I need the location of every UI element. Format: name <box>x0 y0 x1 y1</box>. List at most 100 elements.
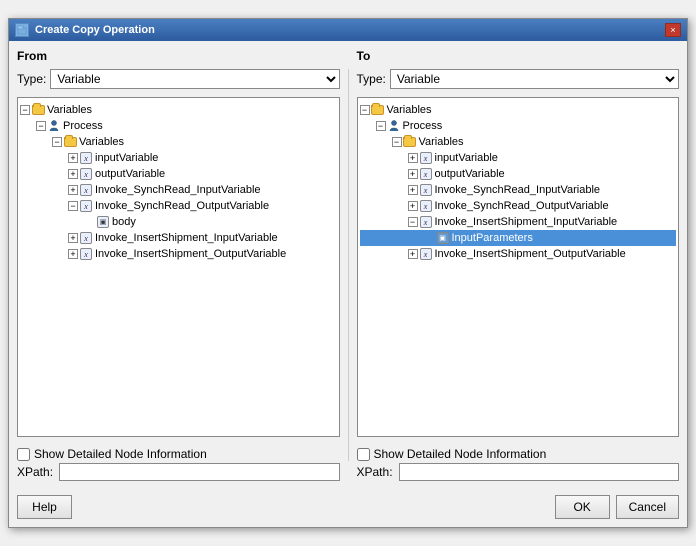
tree-node-label: outputVariable <box>95 168 165 180</box>
tree-row[interactable]: + x inputVariable <box>360 150 677 166</box>
to-show-detailed-label: Show Detailed Node Information <box>374 447 547 461</box>
tree-row[interactable]: + x Invoke_InsertShipment_OutputVariable <box>20 246 337 262</box>
tree-row[interactable]: + x Invoke_InsertShipment_InputVariable <box>20 230 337 246</box>
folder-icon <box>31 103 45 117</box>
folder-icon <box>371 103 385 117</box>
tree-row[interactable]: + x Invoke_SynchRead_InputVariable <box>360 182 677 198</box>
tree-row[interactable]: + x Invoke_SynchRead_OutputVariable <box>360 198 677 214</box>
expand-icon[interactable]: + <box>68 153 78 163</box>
tree-row[interactable]: + x outputVariable <box>360 166 677 182</box>
var-icon: x <box>79 199 93 213</box>
close-button[interactable]: × <box>665 23 681 37</box>
process-icon <box>387 119 401 133</box>
expand-icon[interactable]: − <box>392 137 402 147</box>
from-show-detailed-label: Show Detailed Node Information <box>34 447 207 461</box>
expand-icon[interactable]: + <box>68 185 78 195</box>
expand-icon[interactable]: − <box>68 201 78 211</box>
tree-node-label: Invoke_SynchRead_OutputVariable <box>95 200 269 212</box>
footer: Help OK Cancel <box>9 489 687 527</box>
var-icon: x <box>419 167 433 181</box>
expand-icon[interactable]: − <box>408 217 418 227</box>
var-icon: x <box>419 199 433 213</box>
process-icon <box>47 119 61 133</box>
title-bar: Create Copy Operation × <box>9 19 687 41</box>
expand-icon[interactable]: + <box>408 169 418 179</box>
tree-node-label: Process <box>403 120 443 132</box>
tree-row[interactable]: − Process <box>360 118 677 134</box>
expand-icon[interactable]: + <box>68 233 78 243</box>
from-tree[interactable]: − Variables − P <box>17 97 340 437</box>
tree-node-label: Invoke_SynchRead_InputVariable <box>95 184 261 196</box>
tree-row[interactable]: + x inputVariable <box>20 150 337 166</box>
tree-row[interactable]: − Variables <box>20 102 337 118</box>
var-icon: x <box>79 247 93 261</box>
dialog-title: Create Copy Operation <box>35 24 155 36</box>
from-title: From <box>17 49 340 63</box>
folder-icon <box>403 135 417 149</box>
to-panel: To Type: Variable − Variables <box>357 49 680 481</box>
from-xpath-input[interactable] <box>59 463 340 481</box>
tree-node-label: Variables <box>47 104 92 116</box>
from-show-detailed-checkbox[interactable] <box>17 448 30 461</box>
body-icon: ▣ <box>436 231 450 245</box>
tree-row[interactable]: − Variables <box>360 134 677 150</box>
from-xpath-label: XPath: <box>17 465 55 479</box>
tree-row[interactable]: − x Invoke_InsertShipment_InputVariable <box>360 214 677 230</box>
expand-icon[interactable]: + <box>408 201 418 211</box>
to-title: To <box>357 49 680 63</box>
panel-divider <box>348 69 349 461</box>
var-icon: x <box>79 183 93 197</box>
var-icon: x <box>419 247 433 261</box>
var-icon: x <box>79 151 93 165</box>
tree-node-label: inputVariable <box>95 152 158 164</box>
tree-row[interactable]: + x Invoke_InsertShipment_OutputVariable <box>360 246 677 262</box>
tree-row[interactable]: − x Invoke_SynchRead_OutputVariable <box>20 198 337 214</box>
tree-node-label: Variables <box>387 104 432 116</box>
to-tree[interactable]: − Variables − P <box>357 97 680 437</box>
to-show-detailed-checkbox[interactable] <box>357 448 370 461</box>
to-type-label: Type: <box>357 72 386 86</box>
expand-icon[interactable]: − <box>52 137 62 147</box>
expand-icon[interactable]: + <box>408 185 418 195</box>
tree-node-label: Invoke_InsertShipment_InputVariable <box>95 232 278 244</box>
dialog-icon <box>15 23 29 37</box>
expand-icon[interactable]: − <box>360 105 370 115</box>
expand-icon[interactable]: + <box>408 249 418 259</box>
to-xpath-label: XPath: <box>357 465 395 479</box>
tree-node-label: Variables <box>79 136 124 148</box>
tree-node-label: Process <box>63 120 103 132</box>
body-icon: ▣ <box>96 215 110 229</box>
expand-icon[interactable]: − <box>20 105 30 115</box>
dialog: Create Copy Operation × From Type: Varia… <box>8 18 688 528</box>
var-icon: x <box>79 167 93 181</box>
cancel-button[interactable]: Cancel <box>616 495 679 519</box>
expand-icon[interactable]: − <box>376 121 386 131</box>
ok-button[interactable]: OK <box>555 495 610 519</box>
tree-row[interactable]: − Variables <box>20 134 337 150</box>
tree-node-label: inputVariable <box>435 152 498 164</box>
folder-icon <box>63 135 77 149</box>
expand-icon[interactable]: + <box>408 153 418 163</box>
from-panel: From Type: Variable − Variables <box>17 49 340 481</box>
tree-node-label: outputVariable <box>435 168 505 180</box>
expand-icon[interactable]: + <box>68 169 78 179</box>
tree-row-selected[interactable]: ▣ InputParameters <box>360 230 677 246</box>
tree-row[interactable]: − Variables <box>360 102 677 118</box>
expand-icon[interactable]: + <box>68 249 78 259</box>
tree-node-label: Invoke_SynchRead_OutputVariable <box>435 200 609 212</box>
from-type-label: Type: <box>17 72 46 86</box>
tree-node-label: Variables <box>419 136 464 148</box>
to-type-select[interactable]: Variable <box>390 69 679 89</box>
tree-row[interactable]: + x Invoke_SynchRead_InputVariable <box>20 182 337 198</box>
expand-icon[interactable]: − <box>36 121 46 131</box>
var-icon: x <box>419 151 433 165</box>
help-button[interactable]: Help <box>17 495 72 519</box>
to-xpath-input[interactable] <box>399 463 680 481</box>
tree-node-label: Invoke_InsertShipment_OutputVariable <box>95 248 286 260</box>
var-icon: x <box>419 183 433 197</box>
tree-row[interactable]: − Process <box>20 118 337 134</box>
from-type-select[interactable]: Variable <box>50 69 339 89</box>
tree-node-label: body <box>112 216 136 228</box>
tree-row[interactable]: ▣ body <box>20 214 337 230</box>
tree-row[interactable]: + x outputVariable <box>20 166 337 182</box>
